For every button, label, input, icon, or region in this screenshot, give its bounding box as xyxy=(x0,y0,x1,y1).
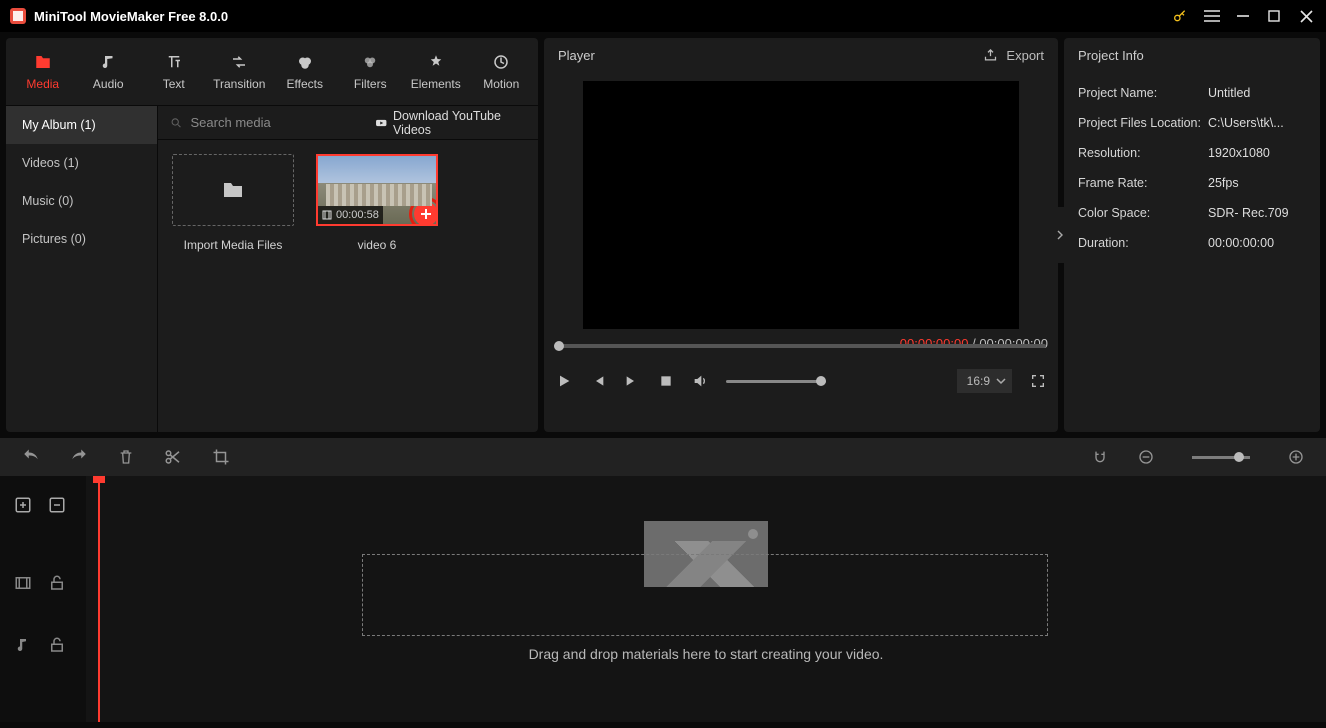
nav-elements[interactable]: Elements xyxy=(403,42,469,102)
player-title: Player xyxy=(558,48,595,63)
undo-button[interactable] xyxy=(22,448,40,466)
media-panel: Media Audio Text Transition Effects Filt… xyxy=(6,38,538,432)
sidebar-item-pictures[interactable]: Pictures (0) xyxy=(6,220,157,258)
timeline-body[interactable]: Drag and drop materials here to start cr… xyxy=(86,476,1326,722)
zoom-out-button[interactable] xyxy=(1138,449,1154,465)
timeline: Drag and drop materials here to start cr… xyxy=(0,476,1326,722)
search-icon xyxy=(170,116,183,130)
timeline-playhead[interactable] xyxy=(98,476,100,722)
fullscreen-button[interactable] xyxy=(1030,373,1046,389)
import-media-button[interactable] xyxy=(172,154,294,226)
info-row: Project Files Location:C:\Users\tk\... xyxy=(1078,108,1306,138)
nav-filters[interactable]: Filters xyxy=(338,42,404,102)
zoom-in-button[interactable] xyxy=(1288,449,1304,465)
player-panel: Player Export 00:00:00:00 / 00:00:00:00 xyxy=(544,38,1058,432)
player-seekbar[interactable] xyxy=(554,344,1046,348)
plus-icon xyxy=(420,208,432,220)
info-row: Project Name:Untitled xyxy=(1078,78,1306,108)
volume-slider[interactable] xyxy=(726,380,826,383)
project-info-panel: Project Info Project Name:Untitled Proje… xyxy=(1064,38,1320,432)
export-button[interactable]: Export xyxy=(983,48,1044,63)
export-icon xyxy=(983,48,998,63)
play-button[interactable] xyxy=(556,373,572,389)
player-viewport[interactable] xyxy=(583,81,1019,329)
info-row: Resolution:1920x1080 xyxy=(1078,138,1306,168)
chevron-down-icon xyxy=(996,376,1006,386)
lock-icon[interactable] xyxy=(48,636,66,654)
info-row: Duration:00:00:00:00 xyxy=(1078,228,1306,258)
project-info-body: Project Name:Untitled Project Files Loca… xyxy=(1064,72,1320,264)
delete-button[interactable] xyxy=(118,448,134,466)
stop-button[interactable] xyxy=(658,373,674,389)
nav-effects[interactable]: Effects xyxy=(272,42,338,102)
crop-button[interactable] xyxy=(212,448,230,466)
audio-track-icon xyxy=(14,636,32,654)
redo-button[interactable] xyxy=(70,448,88,466)
timeline-hint: Drag and drop materials here to start cr… xyxy=(86,646,1326,662)
film-icon xyxy=(321,209,333,221)
premium-key-icon[interactable] xyxy=(1172,8,1188,24)
sidebar-item-videos[interactable]: Videos (1) xyxy=(6,144,157,182)
aspect-ratio-select[interactable]: 16:9 xyxy=(957,369,1012,393)
add-clip-button[interactable] xyxy=(414,202,438,226)
nav-transition[interactable]: Transition xyxy=(207,42,273,102)
folder-icon xyxy=(219,178,247,202)
nav-media[interactable]: Media xyxy=(10,42,76,102)
zoom-slider[interactable] xyxy=(1192,456,1250,459)
next-frame-button[interactable] xyxy=(624,373,640,389)
project-info-title: Project Info xyxy=(1064,38,1320,72)
clip-name: video 6 xyxy=(358,238,397,252)
add-track-icon[interactable] xyxy=(14,496,32,514)
info-row: Frame Rate:25fps xyxy=(1078,168,1306,198)
close-icon[interactable] xyxy=(1300,10,1316,23)
info-row: Color Space:SDR- Rec.709 xyxy=(1078,198,1306,228)
sidebar-item-my-album[interactable]: My Album (1) xyxy=(6,106,157,144)
nav-audio[interactable]: Audio xyxy=(76,42,142,102)
search-input[interactable] xyxy=(191,115,367,130)
split-button[interactable] xyxy=(164,448,182,466)
media-clip[interactable]: 00:00:58 xyxy=(316,154,438,226)
youtube-icon xyxy=(375,116,387,130)
import-label: Import Media Files xyxy=(184,238,283,252)
timeline-drop-area[interactable] xyxy=(362,554,1048,636)
media-sidebar: My Album (1) Videos (1) Music (0) Pictur… xyxy=(6,106,158,432)
maximize-icon[interactable] xyxy=(1268,10,1284,22)
minimize-icon[interactable] xyxy=(1236,9,1252,23)
sidebar-item-music[interactable]: Music (0) xyxy=(6,182,157,220)
top-nav: Media Audio Text Transition Effects Filt… xyxy=(6,38,538,106)
volume-icon[interactable] xyxy=(692,373,708,389)
nav-text[interactable]: Text xyxy=(141,42,207,102)
download-youtube-link[interactable]: Download YouTube Videos xyxy=(375,109,526,137)
nav-motion[interactable]: Motion xyxy=(469,42,535,102)
app-title: MiniTool MovieMaker Free 8.0.0 xyxy=(34,9,228,24)
track-headers xyxy=(0,476,86,722)
titlebar: MiniTool MovieMaker Free 8.0.0 xyxy=(0,0,1326,32)
menu-icon[interactable] xyxy=(1204,10,1220,22)
app-logo-icon xyxy=(10,8,26,24)
video-track-icon xyxy=(14,574,32,592)
magnet-icon[interactable] xyxy=(1092,449,1108,465)
clip-duration: 00:00:58 xyxy=(318,206,383,224)
prev-frame-button[interactable] xyxy=(590,373,606,389)
remove-track-icon[interactable] xyxy=(48,496,66,514)
lock-icon[interactable] xyxy=(48,574,66,592)
collapse-info-button[interactable] xyxy=(1056,207,1064,263)
timeline-toolbar xyxy=(0,438,1326,476)
